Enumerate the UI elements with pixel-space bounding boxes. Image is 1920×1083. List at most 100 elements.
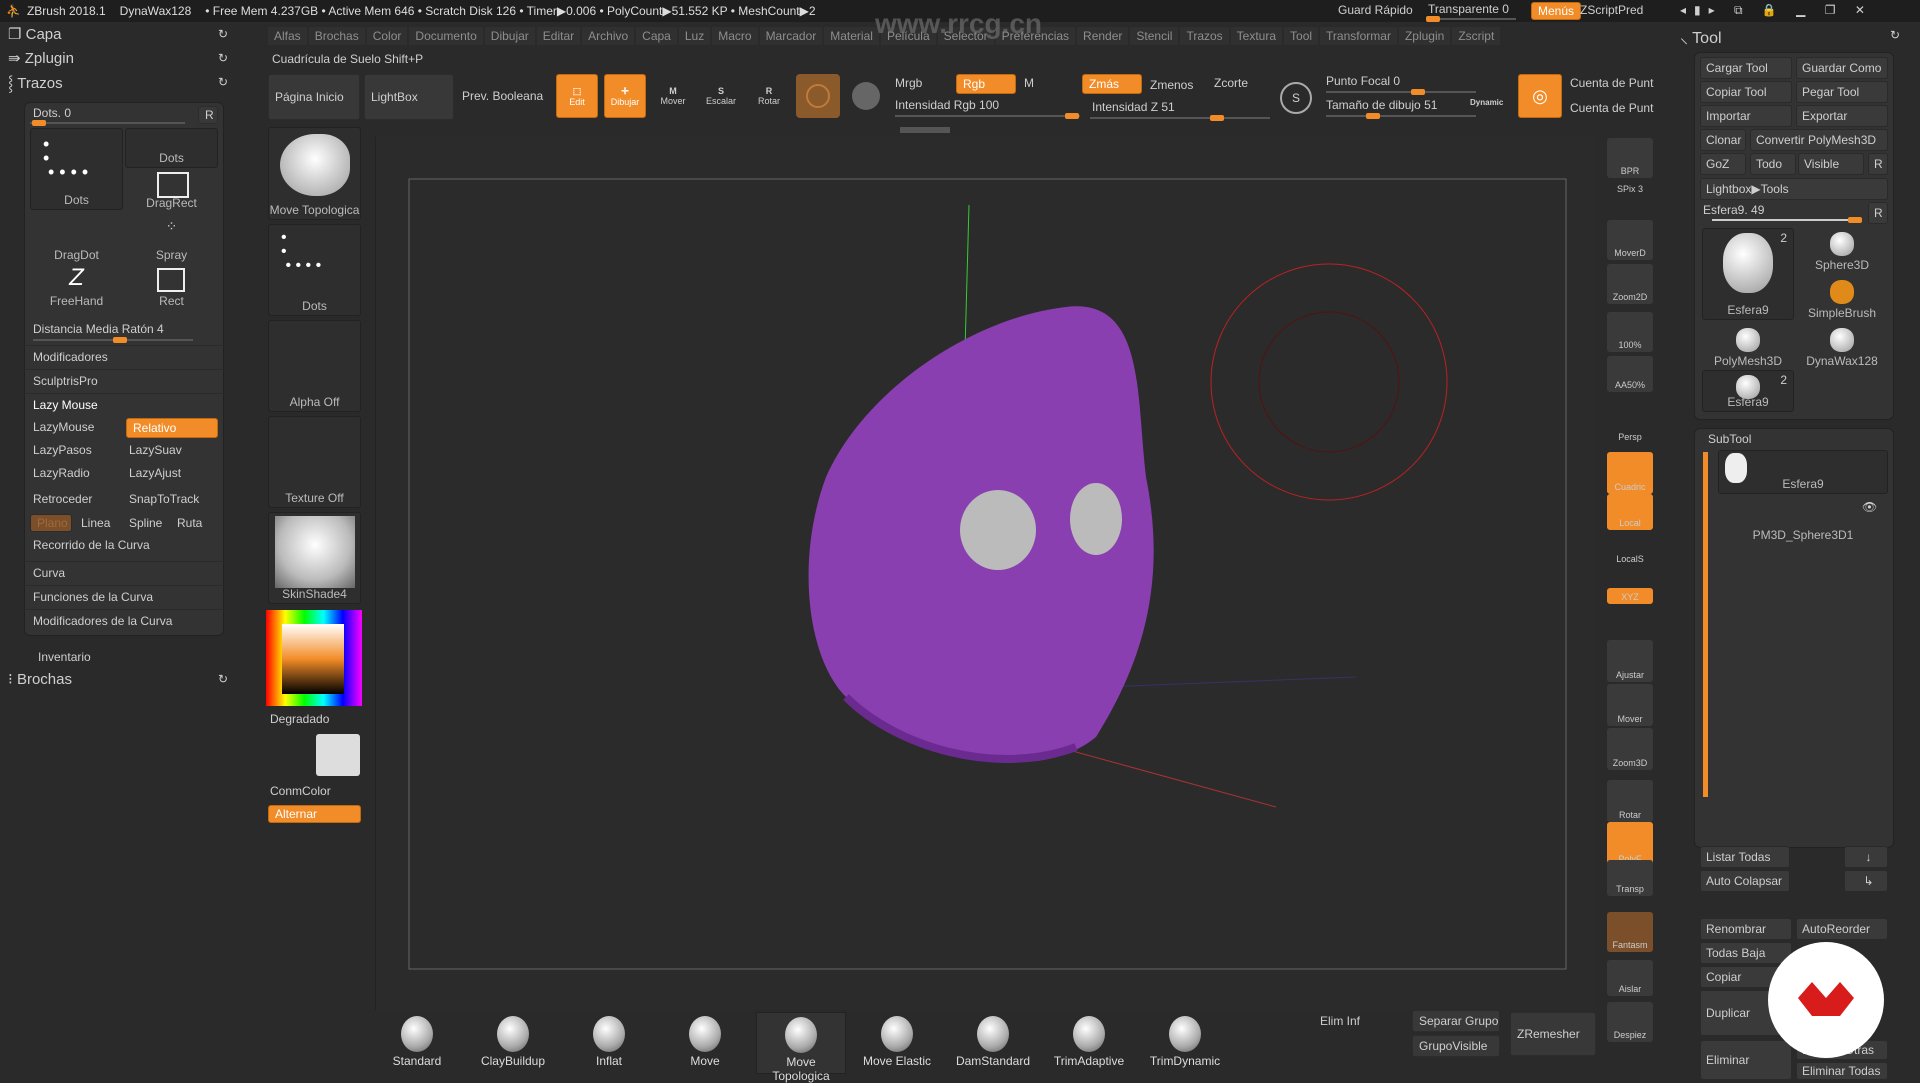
tool-slider[interactable]: Esfera9. 49 xyxy=(1703,203,1764,217)
shelf-despiez-button[interactable]: Despiez xyxy=(1607,1002,1653,1042)
menu-item[interactable]: Macro xyxy=(712,27,758,45)
shelf-100-button[interactable]: 100% xyxy=(1607,312,1653,352)
material-thumb[interactable]: SkinShade4 xyxy=(268,512,361,604)
shelf-fantasm-button[interactable]: Fantasm xyxy=(1607,912,1653,952)
menus-button[interactable]: Menús xyxy=(1531,2,1582,20)
tool-thumb[interactable]: 2 Esfera9 xyxy=(1702,228,1794,320)
tool-thumb[interactable]: DynaWax128 xyxy=(1796,324,1888,370)
window-controls-icon[interactable]: ◂▮▸ ⧉ 🔒 ▁ ❐ ✕ xyxy=(1680,3,1873,18)
stroke-rect[interactable]: Rect xyxy=(125,264,218,310)
subtool-item[interactable]: PM3D_Sphere3D1 xyxy=(1718,498,1888,544)
edit-button[interactable]: ⬚ Edit xyxy=(556,74,598,118)
dynamic-size-icon[interactable]: ◎ xyxy=(1518,74,1562,118)
rgb-intensity-slider[interactable]: Intensidad Rgb 100 xyxy=(895,98,999,112)
list-all-button[interactable]: Listar Todas xyxy=(1700,846,1790,868)
shelf-mover-button[interactable]: Mover xyxy=(1607,684,1653,726)
tool-button-exportar[interactable]: Exportar xyxy=(1796,105,1888,127)
section-modificadores[interactable]: Modificadores xyxy=(24,345,224,367)
delete-lower-button[interactable]: Elim Inf xyxy=(1320,1014,1360,1028)
shelf-locals-button[interactable]: LocalS xyxy=(1607,548,1653,566)
menu-item[interactable]: Editar xyxy=(536,27,581,45)
secondary-color-swatch[interactable] xyxy=(316,734,360,776)
viewport[interactable] xyxy=(375,137,1597,1010)
menu-item[interactable]: Transformar xyxy=(1320,27,1397,45)
palette-capa[interactable]: ❐ Capa xyxy=(8,25,61,43)
mrgb-button[interactable]: Mrgb xyxy=(895,76,922,90)
stroke-dragrect[interactable]: DragRect xyxy=(125,170,218,212)
menu-item[interactable]: Zplugin xyxy=(1398,27,1451,45)
reset-button[interactable]: R xyxy=(198,106,218,124)
menu-item[interactable]: Material xyxy=(824,27,879,45)
tool-thumb[interactable]: 2 Esfera9 xyxy=(1702,370,1794,412)
shelf-persp-button[interactable]: Persp xyxy=(1607,402,1653,444)
mode-plane[interactable]: Plano xyxy=(30,514,72,532)
transparent-slider[interactable]: Transparente 0 xyxy=(1428,2,1509,16)
move-down-icon[interactable]: ↓ xyxy=(1844,846,1888,868)
tool-reset-button[interactable]: R xyxy=(1868,202,1888,224)
refresh-icon[interactable]: ↻ xyxy=(218,51,228,65)
lazysnap-slider[interactable]: LazyAjust xyxy=(129,466,181,480)
shelf-aislar-button[interactable]: Aislar xyxy=(1607,960,1653,996)
shelf-brush-move-topologica[interactable]: Move Topologica xyxy=(756,1012,846,1083)
zadd-button[interactable]: Zmás xyxy=(1082,74,1142,94)
rgb-button[interactable]: Rgb xyxy=(956,74,1016,94)
palette-trazos[interactable]: ⸾ Trazos xyxy=(8,73,63,93)
menu-item[interactable]: Render xyxy=(1077,27,1129,45)
subtool-scrollbar[interactable] xyxy=(1703,452,1708,797)
shelf-aa50-button[interactable]: AA50% xyxy=(1607,356,1653,392)
relative-button[interactable]: Relativo xyxy=(126,418,218,438)
zsub-button[interactable]: Zmenos xyxy=(1150,78,1193,92)
tool-thumb[interactable]: Sphere3D xyxy=(1796,228,1888,274)
menu-item[interactable]: Color xyxy=(366,27,408,45)
shelf-zoom2d-button[interactable]: Zoom2D xyxy=(1607,264,1653,304)
shelf-xyz-button[interactable]: XYZ xyxy=(1607,588,1653,604)
subtool-action-autoreorder[interactable]: AutoReorder xyxy=(1796,918,1888,940)
shelf-cuadric-button[interactable]: Cuadric xyxy=(1607,452,1653,494)
shelf-local-button[interactable]: Local xyxy=(1607,494,1653,530)
menu-item[interactable]: Zscript xyxy=(1452,27,1501,45)
section-curve-functions[interactable]: Funciones de la Curva xyxy=(24,585,224,607)
menu-item[interactable]: Capa xyxy=(636,27,677,45)
switch-color-button[interactable]: Alternar xyxy=(268,805,361,823)
shelf-zoom3d-button[interactable]: Zoom3D xyxy=(1607,728,1653,770)
dots-slider[interactable]: Dots. 0 xyxy=(33,106,71,120)
zcut-button[interactable]: Zcorte xyxy=(1214,76,1248,90)
m-button[interactable]: M xyxy=(1024,76,1034,90)
material-swatch[interactable] xyxy=(796,74,840,118)
shelf-brush-inflat[interactable]: Inflat xyxy=(564,1012,654,1074)
stroke-freehand[interactable]: Z FreeHand xyxy=(30,264,123,310)
color-picker[interactable] xyxy=(266,610,362,706)
tool-button-copiar-tool[interactable]: Copiar Tool xyxy=(1700,81,1792,103)
shelf-transp-button[interactable]: Transp xyxy=(1607,860,1653,896)
section-sculptrispro[interactable]: SculptrisPro xyxy=(24,369,224,391)
lazymouse-toggle[interactable]: LazyMouse xyxy=(33,420,94,434)
focal-shift-slider[interactable]: Punto Focal 0 xyxy=(1326,74,1400,88)
tool-button-importar[interactable]: Importar xyxy=(1700,105,1792,127)
subtool-action-eliminar-todas[interactable]: Eliminar Todas xyxy=(1796,1062,1888,1080)
shelf-spix3-button[interactable]: SPix 3 xyxy=(1607,180,1653,196)
tool-button-visible[interactable]: Visible xyxy=(1798,153,1864,175)
tool-button-r[interactable]: R xyxy=(1868,153,1888,175)
menu-item[interactable]: Alfas xyxy=(268,27,307,45)
arrow-icon[interactable]: ↳ xyxy=(1844,870,1888,892)
snaptotrack-button[interactable]: SnapToTrack xyxy=(129,492,199,506)
inventory[interactable]: Inventario xyxy=(38,650,91,664)
refresh-icon[interactable]: ↻ xyxy=(218,672,228,686)
shelf-brush-trimdynamic[interactable]: TrimDynamic xyxy=(1140,1012,1230,1074)
stroke-spray[interactable]: ⁘ Spray xyxy=(125,218,218,264)
shelf-brush-standard[interactable]: Standard xyxy=(372,1012,462,1074)
z-intensity-slider[interactable]: Intensidad Z 51 xyxy=(1092,100,1175,114)
shelf-brush-trimadaptive[interactable]: TrimAdaptive xyxy=(1044,1012,1134,1074)
subtool-action-renombrar[interactable]: Renombrar xyxy=(1700,918,1792,940)
mode-line[interactable]: Linea xyxy=(81,516,110,530)
menu-item[interactable]: Documento xyxy=(409,27,483,45)
shelf-ajustar-button[interactable]: Ajustar xyxy=(1607,640,1653,682)
refresh-icon[interactable]: ↻ xyxy=(218,75,228,89)
shelf-rotar-button[interactable]: Rotar xyxy=(1607,780,1653,822)
stroke-dots[interactable]: Dots xyxy=(125,128,218,168)
texture-thumb[interactable]: Texture Off xyxy=(268,416,361,508)
tool-button-goz[interactable]: GoZ xyxy=(1700,153,1746,175)
menu-item[interactable]: Luz xyxy=(678,27,711,45)
section-curve[interactable]: Curva xyxy=(24,561,224,583)
script-button[interactable]: ZScriptPred xyxy=(1580,3,1643,17)
